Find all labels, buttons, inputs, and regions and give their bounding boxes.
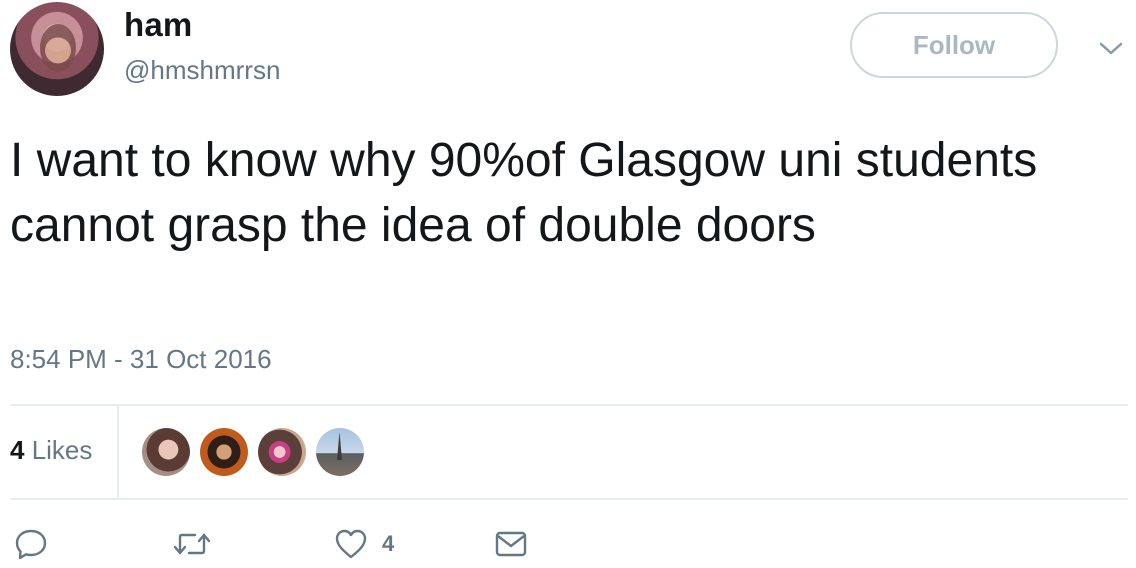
likes-count[interactable]: 4 Likes <box>10 435 92 466</box>
likes-number: 4 <box>10 435 25 465</box>
chevron-down-icon[interactable] <box>1096 36 1126 60</box>
reply-button[interactable] <box>14 524 48 564</box>
likes-label: Likes <box>24 435 93 465</box>
profile-avatar[interactable] <box>10 2 104 96</box>
heart-icon <box>335 529 367 559</box>
tweet-timestamp[interactable]: 8:54 PM - 31 Oct 2016 <box>10 344 272 375</box>
stats-bottom-divider <box>10 498 1128 500</box>
direct-message-button[interactable] <box>494 524 528 564</box>
author-handle[interactable]: @hmshmrrsn <box>124 55 280 86</box>
like-button[interactable]: 4 <box>334 524 394 564</box>
stats-top-divider <box>10 404 1128 406</box>
liker-avatar[interactable] <box>258 428 306 476</box>
like-count: 4 <box>382 531 395 556</box>
envelope-icon <box>495 531 527 557</box>
tower-icon <box>337 432 342 460</box>
liker-avatar[interactable] <box>316 428 364 476</box>
retweet-icon <box>173 533 211 555</box>
follow-button[interactable]: Follow <box>850 12 1058 78</box>
liker-avatar[interactable] <box>200 428 248 476</box>
liker-avatar[interactable] <box>142 428 190 476</box>
tweet-text: I want to know why 90%of Glasgow uni stu… <box>10 134 1038 252</box>
retweet-button[interactable] <box>172 524 212 564</box>
stats-vertical-divider <box>117 406 119 498</box>
avatar-face <box>40 24 76 72</box>
author-display-name[interactable]: ham <box>124 6 192 44</box>
reply-icon <box>15 529 47 560</box>
